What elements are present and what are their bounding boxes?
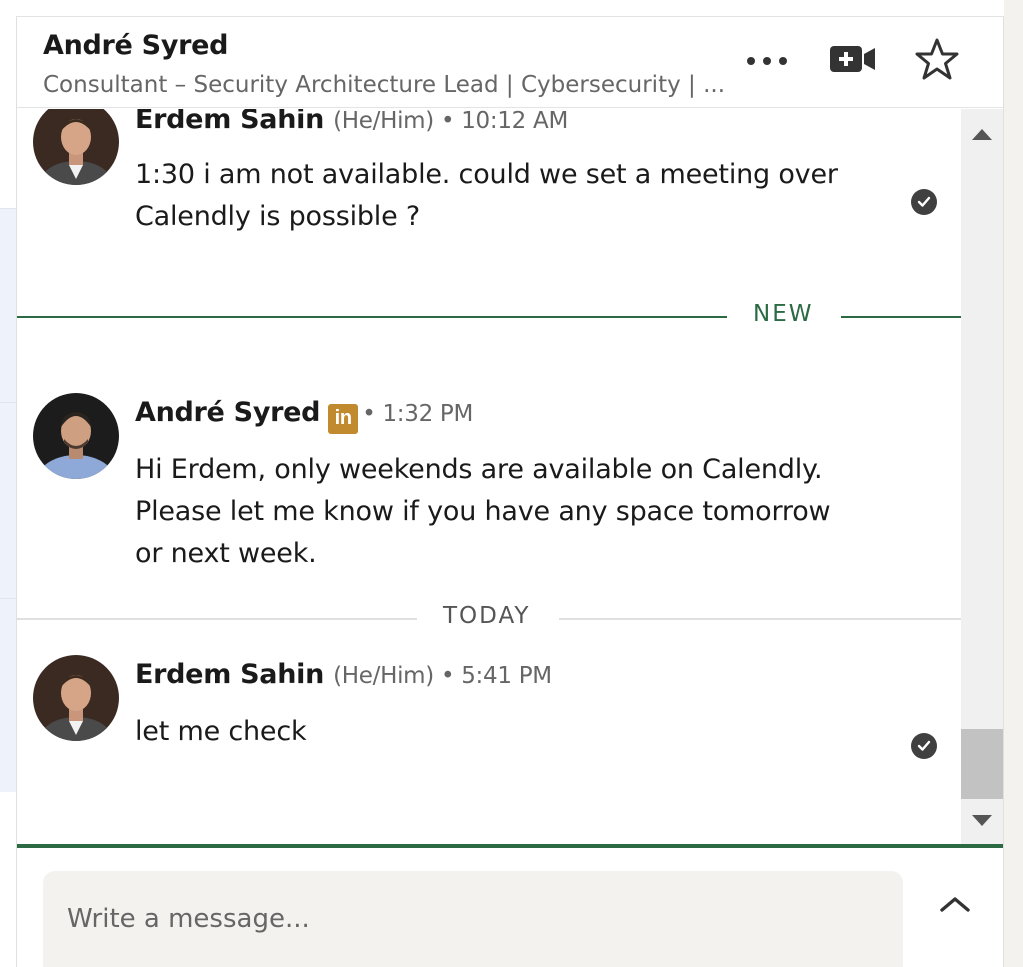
message-sender-line: André Syred in • 1:32 PM [135, 397, 473, 434]
scroll-down-arrow[interactable] [972, 815, 992, 826]
message-meta: • 1:32 PM [362, 401, 474, 427]
background-list-item [0, 402, 16, 598]
contact-headline: Consultant – Security Architecture Lead … [43, 72, 726, 98]
checkmark-icon [917, 193, 931, 212]
linkedin-icon: in [328, 403, 359, 434]
contact-name[interactable]: André Syred [43, 30, 228, 61]
new-label: NEW [753, 301, 814, 327]
today-label: TODAY [443, 603, 531, 629]
message-text: 1:30 i am not available. could we set a … [135, 159, 838, 232]
divider-line [841, 316, 961, 318]
message-sender-line: Erdem Sahin (He/Him) • 10:12 AM [135, 109, 568, 135]
chevron-up-icon [938, 894, 972, 918]
sender-name[interactable]: Erdem Sahin [135, 659, 324, 690]
read-receipt [911, 733, 937, 759]
background-right-strip [1004, 0, 1023, 967]
conversation-panel: André Syred Consultant – Security Archit… [16, 16, 1004, 967]
sender-name[interactable]: André Syred [135, 397, 320, 428]
checkmark-icon [917, 737, 931, 756]
composer-focus-line [17, 844, 1003, 848]
message-composer[interactable] [43, 871, 903, 967]
avatar[interactable] [33, 393, 119, 479]
today-divider: TODAY [17, 599, 961, 639]
sender-name[interactable]: Erdem Sahin [135, 109, 324, 135]
conversation-header: André Syred Consultant – Security Archit… [17, 16, 1003, 108]
star-button[interactable] [909, 36, 965, 86]
background-list-item [0, 598, 16, 792]
divider-line [17, 618, 417, 620]
avatar[interactable] [33, 655, 119, 741]
divider-line [559, 618, 961, 620]
background-list-item [0, 208, 16, 402]
avatar[interactable] [33, 109, 119, 185]
more-icon [745, 52, 789, 71]
message-meta: (He/Him) • 5:41 PM [333, 663, 552, 689]
message-item: Erdem Sahin (He/Him) • 5:41 PM let me ch… [17, 655, 961, 844]
scroll-up-arrow[interactable] [972, 129, 992, 140]
message-text: Hi Erdem, only weekends are available on… [135, 454, 831, 569]
divider-line [17, 316, 727, 318]
new-messages-divider: NEW [17, 297, 961, 337]
message-item: André Syred in • 1:32 PM Hi Erdem, only we… [17, 393, 961, 593]
message-list: Erdem Sahin (He/Him) • 10:12 AM 1:30 i a… [17, 109, 961, 844]
message-sender-line: Erdem Sahin (He/Him) • 5:41 PM [135, 659, 552, 690]
message-scrollbar[interactable] [961, 109, 1003, 844]
background-list-strip [0, 0, 16, 967]
star-icon [914, 37, 960, 85]
expand-composer-button[interactable] [927, 884, 983, 928]
scroll-thumb[interactable] [961, 729, 1003, 799]
panel-top-border [16, 16, 1004, 17]
video-call-icon [829, 44, 877, 78]
message-item: Erdem Sahin (He/Him) • 10:12 AM 1:30 i a… [17, 109, 961, 261]
more-options-button[interactable] [739, 36, 795, 86]
message-input[interactable] [67, 899, 867, 939]
message-meta: (He/Him) • 10:12 AM [333, 109, 568, 134]
video-call-button[interactable] [825, 36, 881, 86]
message-text: let me check [135, 716, 307, 747]
read-receipt [911, 189, 937, 215]
